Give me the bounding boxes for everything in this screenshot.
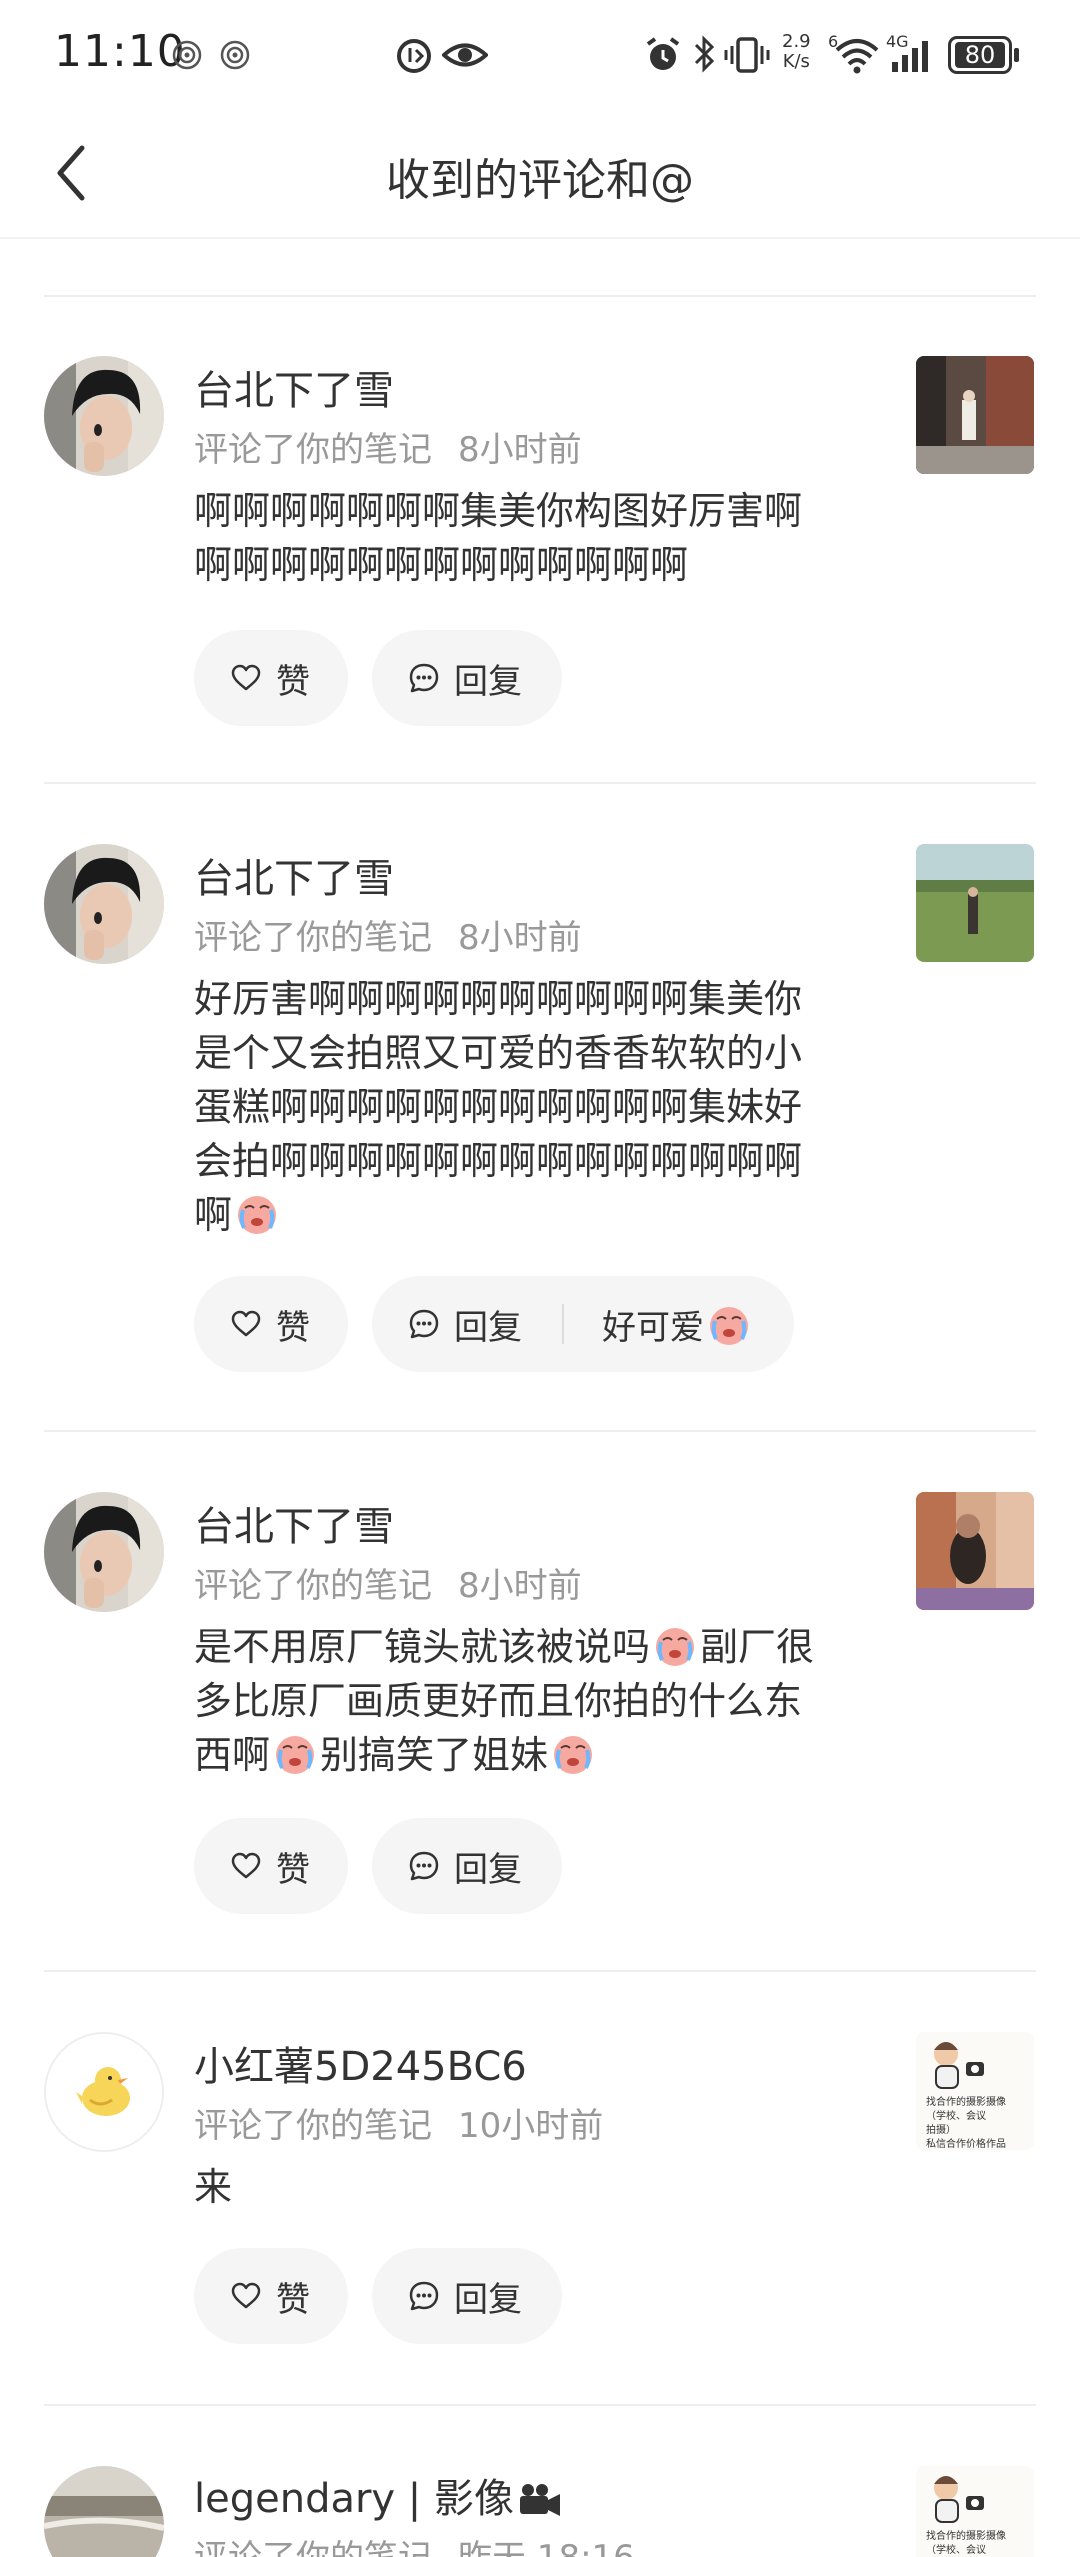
signal-icon: [892, 41, 928, 72]
comment-icon: [409, 1309, 439, 1339]
note-thumbnail[interactable]: 找合作的摄影摄像 （学校、会议: [916, 2466, 1034, 2557]
crying-emoji-icon: [276, 1736, 315, 1774]
vibrate-icon: [724, 37, 770, 73]
avatar[interactable]: [44, 1492, 164, 1612]
comment-author[interactable]: 台北下了雪: [194, 1494, 394, 1552]
wifi-icon: [835, 39, 879, 74]
avatar[interactable]: [44, 2032, 164, 2152]
crying-emoji-icon: [710, 1307, 748, 1345]
note-thumbnail[interactable]: 找合作的摄影摄像 （学校、会议 拍摄） 私信合作价格作品: [916, 2032, 1034, 2150]
data-saver-icon: [397, 39, 431, 73]
avatar[interactable]: [44, 2466, 164, 2557]
like-button[interactable]: 赞: [194, 630, 348, 726]
crying-emoji-icon: [238, 1196, 277, 1234]
thumbnail-caption: 找合作的摄影摄像 （学校、会议 拍摄） 私信合作价格作品: [926, 2097, 1006, 2150]
header-divider: [0, 237, 1080, 239]
status-time: 11:10: [54, 26, 186, 77]
comment-item[interactable]: 台北下了雪 评论了你的笔记 8小时前 是不用原厂镜头就该被说吗 副厂很 多比原厂画质…: [0, 1466, 1080, 1946]
comment-meta: 评论了你的笔记 8小时前: [194, 918, 582, 958]
list-divider: [44, 295, 1036, 297]
list-divider: [44, 2404, 1036, 2406]
notification-icon: [220, 40, 250, 70]
comment-item[interactable]: 台北下了雪 评论了你的笔记 8小时前 好厉害啊啊啊啊啊啊啊啊啊啊集美你 是个又会拍…: [0, 818, 1080, 1398]
comment-content: 好厉害啊啊啊啊啊啊啊啊啊啊集美你 是个又会拍照又可爱的香香软软的小 蛋糕啊啊啊啊…: [194, 977, 803, 1237]
comment-content: 是不用原厂镜头就该被说吗 副厂很 多比原厂画质更好而且你拍的什么东 西啊 别搞笑了姐…: [194, 1620, 884, 1782]
comment-author[interactable]: 小红薯5D245BC6: [194, 2034, 527, 2092]
list-divider: [44, 1430, 1036, 1432]
camera-icon: [520, 2484, 560, 2516]
avatar[interactable]: [44, 844, 164, 964]
net-speed: 2.9 K/s: [782, 31, 811, 72]
avatar[interactable]: [44, 356, 164, 476]
heart-icon: [231, 1310, 261, 1337]
notification-icon: [172, 40, 202, 70]
list-divider: [44, 1970, 1036, 1972]
comment-icon: [409, 663, 439, 693]
heart-icon: [231, 1852, 261, 1879]
comment-content: 啊啊啊啊啊啊啊集美你构图好厉害啊 啊啊啊啊啊啊啊啊啊啊啊啊啊: [194, 489, 803, 587]
battery-tip: [1014, 48, 1019, 62]
comment-icon: [409, 1851, 439, 1881]
like-button[interactable]: 赞: [194, 1276, 348, 1372]
battery-level: 80: [964, 41, 996, 69]
comment-icon: [409, 2281, 439, 2311]
thumbnail-caption: 找合作的摄影摄像 （学校、会议: [926, 2531, 1006, 2556]
comment-item[interactable]: legendary | 影像 评论了你的笔记昨天 18:16 找合作的摄影摄像 …: [0, 2440, 1080, 2557]
comment-author[interactable]: legendary | 影像: [194, 2466, 562, 2524]
note-thumbnail[interactable]: [916, 356, 1034, 474]
comment-meta: 评论了你的笔记 10小时前: [194, 2106, 604, 2146]
reply-button[interactable]: 回复: [372, 630, 562, 726]
reply-button[interactable]: 回复: [372, 2248, 562, 2344]
note-thumbnail[interactable]: [916, 844, 1034, 962]
reply-group: 回复 好可爱: [372, 1276, 794, 1372]
list-divider: [44, 782, 1036, 784]
heart-icon: [231, 2282, 261, 2309]
heart-icon: [231, 664, 261, 691]
like-button[interactable]: 赞: [194, 2248, 348, 2344]
bluetooth-icon: [694, 35, 715, 73]
reply-button[interactable]: 回复: [372, 1818, 562, 1914]
crying-emoji-icon: [554, 1736, 593, 1774]
reply-button[interactable]: 回复: [408, 1276, 522, 1372]
comment-author[interactable]: 台北下了雪: [194, 358, 394, 416]
comment-meta: 评论了你的笔记 8小时前: [194, 1566, 582, 1606]
like-button[interactable]: 赞: [194, 1818, 348, 1914]
comment-meta: 评论了你的笔记 8小时前: [194, 430, 582, 470]
quick-reply-button[interactable]: 好可爱: [602, 1276, 766, 1372]
alarm-icon: [646, 37, 680, 70]
crying-emoji-icon: [656, 1628, 695, 1666]
comment-item[interactable]: 小红薯5D245BC6 评论了你的笔记 10小时前 来 找合作的摄影摄像 （学校、…: [0, 2006, 1080, 2386]
eye-icon: [442, 43, 488, 67]
comment-meta: 评论了你的笔记昨天 18:16: [194, 2530, 635, 2557]
comment-content: 来: [194, 2165, 233, 2209]
status-bar: 11:10 2.9 K/s 6 4G 80: [0, 0, 1080, 110]
header: 收到的评论和@: [0, 110, 1080, 240]
comment-item[interactable]: 台北下了雪 评论了你的笔记 8小时前 啊啊啊啊啊啊啊集美你构图好厉害啊 啊啊啊啊啊…: [0, 330, 1080, 750]
comment-author[interactable]: 台北下了雪: [194, 846, 394, 904]
pill-separator: [562, 1304, 564, 1344]
battery-icon: 80: [948, 36, 1012, 74]
page-title: 收到的评论和@: [386, 155, 694, 206]
note-thumbnail[interactable]: [916, 1492, 1034, 1610]
